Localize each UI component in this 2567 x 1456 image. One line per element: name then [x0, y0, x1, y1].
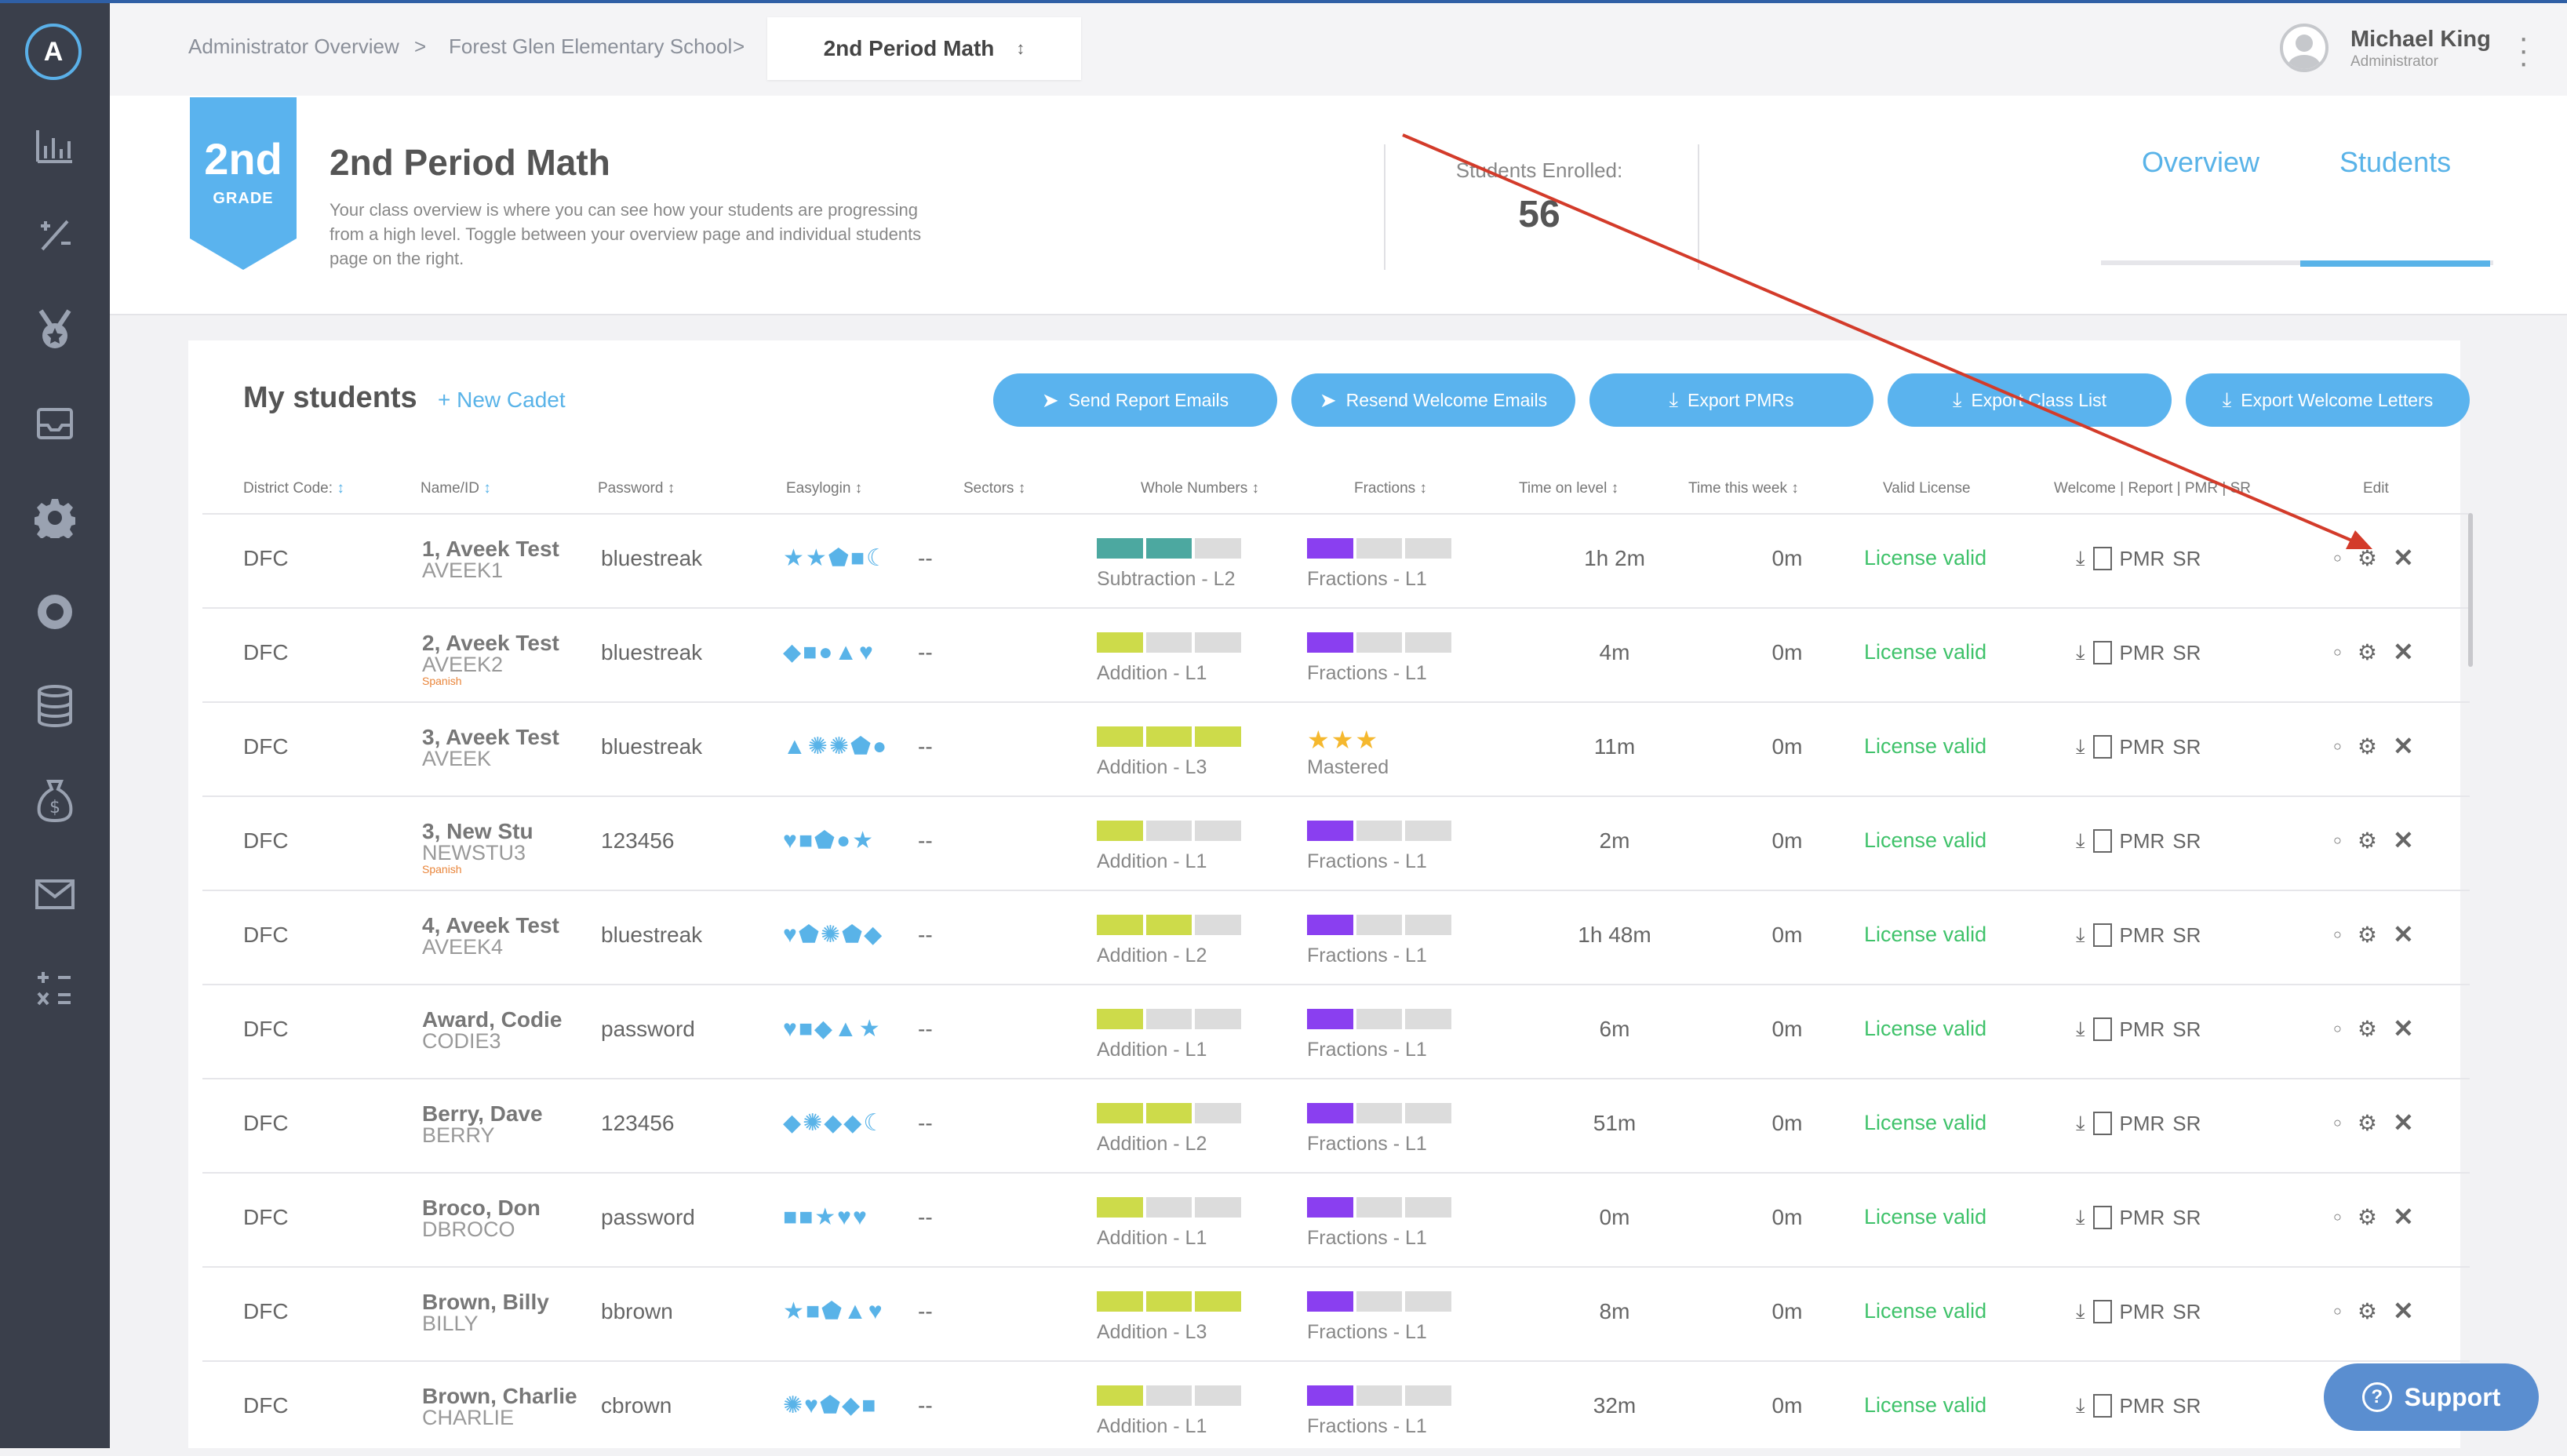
support-label: Support — [2404, 1382, 2501, 1411]
help-icon: ? — [2361, 1382, 2392, 1412]
annotation-arrow — [1402, 133, 2372, 549]
support-button[interactable]: ? Support — [2324, 1363, 2539, 1431]
